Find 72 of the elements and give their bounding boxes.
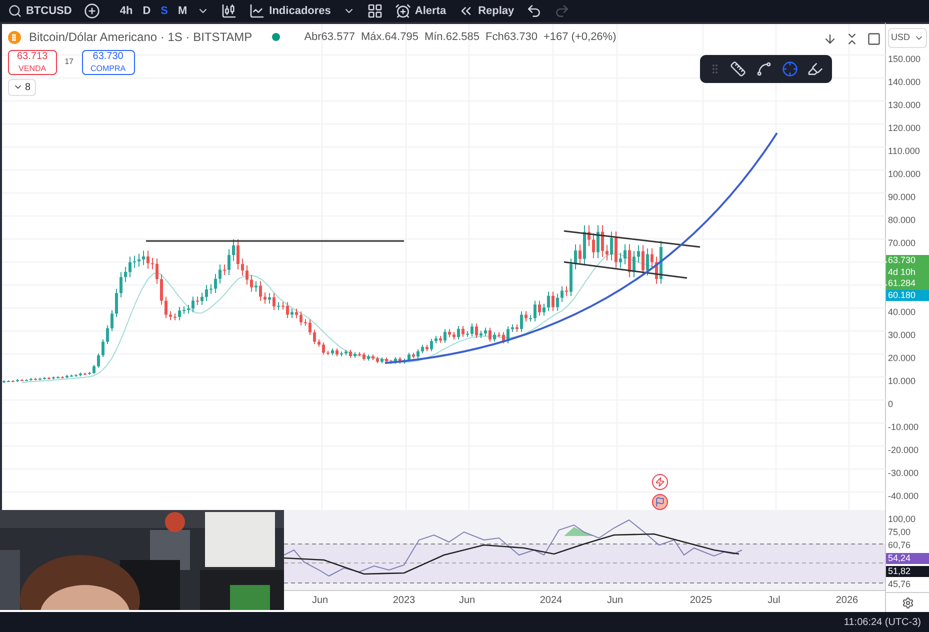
undo-icon[interactable]: [526, 3, 542, 19]
price-axis-label: 40.000: [887, 306, 917, 319]
price-axis-label: 90.000: [887, 190, 917, 204]
price-axis-label: -30.000: [887, 466, 920, 480]
interval-tab[interactable]: D: [142, 2, 151, 20]
rsi-axis-label: 60,76: [887, 540, 912, 551]
highlighter-icon[interactable]: [807, 61, 824, 77]
price-tag: 60.180: [886, 290, 929, 301]
interval-tab[interactable]: S: [160, 2, 168, 20]
price-tag: 4d 10h: [886, 266, 929, 278]
interval-tab[interactable]: M: [178, 2, 188, 20]
indicators-collapse-button[interactable]: 8: [8, 78, 36, 96]
lightning-marker-icon[interactable]: [652, 474, 668, 490]
indicators-button[interactable]: Indicadores: [249, 2, 331, 20]
ohlc-value: Máx.64.795: [360, 30, 418, 45]
add-symbol-icon[interactable]: [84, 3, 100, 19]
ohlc-value: Abr63.577: [304, 30, 355, 45]
price-axis-label: -10.000: [887, 420, 920, 434]
settings-icon[interactable]: [902, 596, 914, 608]
fullscreen-icon[interactable]: [867, 32, 881, 46]
price-axis-label: 20.000: [887, 352, 917, 365]
time-axis-label: Jun: [458, 594, 476, 608]
price-axis-label: 150.000: [887, 52, 922, 66]
ohlc-value: Fch63.730: [485, 30, 538, 45]
flag-marker-icon[interactable]: [652, 494, 668, 510]
ohlc-value: Mín.62.585: [424, 30, 480, 45]
status-time: 11:06:24 (UTC-3): [844, 616, 921, 630]
price-axis-label: 70.000: [887, 236, 917, 250]
rsi-axis-label: 75,00: [887, 527, 912, 538]
line-chart-icon: [249, 3, 266, 19]
symbol-search-button[interactable]: BTCUSD: [8, 2, 72, 20]
sell-button[interactable]: 63.713 VENDA: [8, 50, 57, 74]
price-tag: 63.730: [886, 255, 929, 266]
price-axis-label: 30.000: [887, 328, 917, 342]
rsi-value-tag: 51,82: [886, 566, 929, 577]
price-axis-label: 110.000: [887, 144, 921, 158]
ruler-icon[interactable]: [730, 61, 746, 77]
price-axis-label: -40.000: [887, 490, 920, 503]
time-axis-label: 2024: [538, 594, 564, 608]
search-icon: [8, 4, 22, 18]
alarm-clock-icon: [394, 3, 411, 19]
time-axis-label: 2023: [392, 594, 416, 608]
price-tag: 61.284: [886, 278, 929, 290]
price-axis-label: -20.000: [887, 444, 920, 457]
price-axis-label: 120.000: [887, 122, 922, 135]
symbol-title: Bitcoin/Dólar Americano · 1S · BITSTAMP: [29, 29, 252, 46]
layout-grid-icon[interactable]: [366, 3, 383, 19]
crosshair-icon[interactable]: [782, 61, 798, 77]
price-axis-label: 140.000: [887, 76, 922, 89]
time-axis-label: 2025: [688, 594, 714, 608]
price-axis-label: 0: [887, 398, 894, 411]
rsi-axis-label: 100,00: [887, 514, 917, 525]
time-axis-label: 2026: [834, 594, 860, 608]
time-axis-label: Jun: [310, 594, 330, 608]
interval-tab[interactable]: 4h: [120, 2, 133, 20]
rsi-axis-label: 45,76: [887, 579, 912, 590]
buy-button[interactable]: 63.730 COMPRA: [82, 50, 135, 74]
price-axis-label: 80.000: [887, 214, 917, 227]
time-axis-label: Jun: [606, 594, 624, 608]
currency-select[interactable]: USD: [888, 28, 927, 48]
rsi-value-tag: 54,24: [886, 553, 929, 564]
price-axis-label: 130.000: [887, 98, 922, 112]
bitcoin-logo-icon: [8, 30, 21, 44]
ohlc-value: +167 (+0,26%): [543, 30, 616, 45]
alert-button[interactable]: Alerta: [394, 2, 446, 20]
candlestick-icon[interactable]: [221, 3, 238, 19]
spread-value: 17: [64, 56, 74, 68]
price-axis-label: 100.000: [887, 168, 922, 181]
spline-icon[interactable]: [756, 61, 772, 77]
replay-button[interactable]: Replay: [458, 2, 514, 20]
price-axis-label: 10.000: [887, 374, 917, 388]
time-axis-label: Jul: [766, 594, 782, 608]
